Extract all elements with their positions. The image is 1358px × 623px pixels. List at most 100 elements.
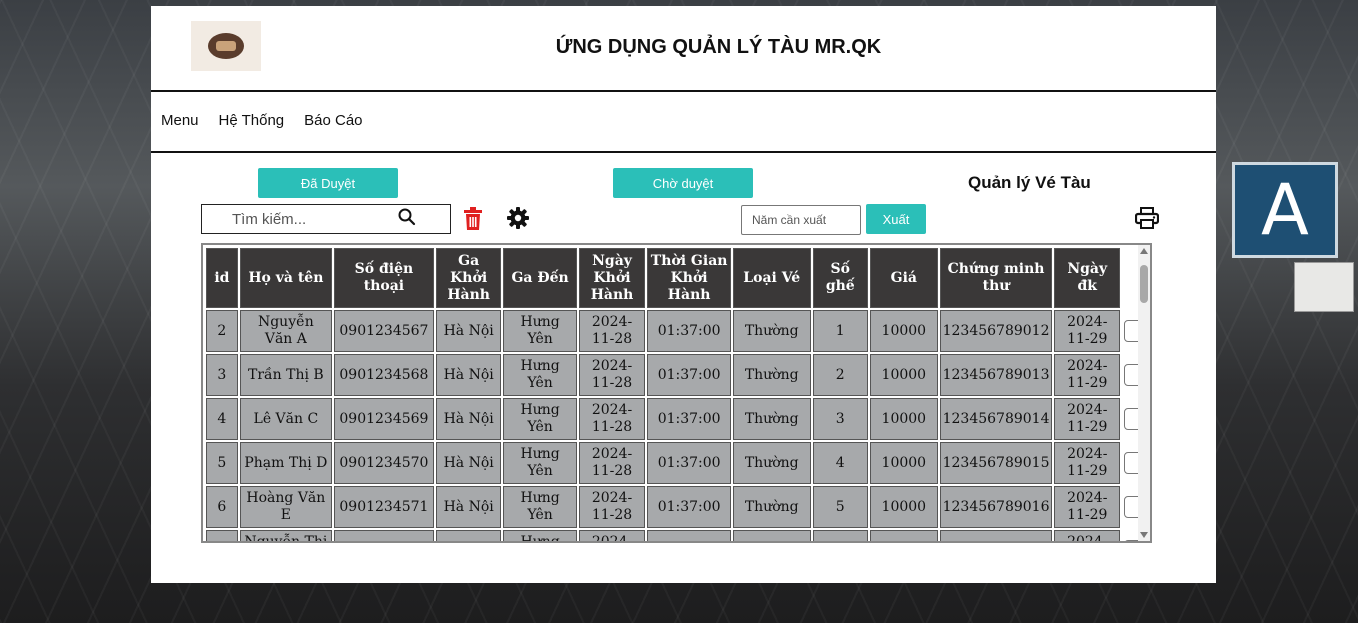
table-row[interactable]: 5 Phạm Thị D 0901234570 Hà Nội Hưng Yên 2024-… xyxy=(206,442,1148,484)
column-header-name[interactable]: Họ và tên xyxy=(239,248,332,308)
column-header-departure-time[interactable]: Thời Gian Khởi Hành xyxy=(647,248,731,308)
table-body: 2 Nguyễn Văn A 0901234567 Hà Nội Hưng Yên 202… xyxy=(206,310,1148,541)
cell-ticket-type: Thường xyxy=(732,310,811,352)
cell-id-card: 123456789016 xyxy=(939,486,1053,528)
table-row[interactable]: 4 Lê Văn C 0901234569 Hà Nội Hưng Yên 2024-11… xyxy=(206,398,1148,440)
cell-seat: 4 xyxy=(812,442,869,484)
cell-departure-time: 01:37:00 xyxy=(647,398,731,440)
cell-price: 10000 xyxy=(870,530,938,541)
background-sign xyxy=(1294,262,1354,312)
export-button[interactable]: Xuất xyxy=(866,204,926,234)
scroll-thumb[interactable] xyxy=(1140,265,1148,303)
cell-id: 4 xyxy=(206,398,238,440)
table-header-row: id Họ và tên Số điện thoại Ga Khởi Hành … xyxy=(206,248,1148,308)
cell-arrival-station: Hưng Yên xyxy=(503,442,577,484)
column-header-arrival-station[interactable]: Ga Đến xyxy=(503,248,577,308)
cell-departure-date: 2024-11-28 xyxy=(578,398,646,440)
table-scrollbar[interactable] xyxy=(1138,245,1150,541)
column-header-seat[interactable]: Số ghế xyxy=(812,248,869,308)
cell-ticket-type: Thường xyxy=(732,398,811,440)
scroll-up-arrow-icon[interactable] xyxy=(1140,248,1148,254)
cell-id-card: 123456789013 xyxy=(939,354,1053,396)
column-header-id-card[interactable]: Chứng minh thư xyxy=(939,248,1053,308)
cell-ticket-type: Thường xyxy=(732,530,811,541)
table-row[interactable]: 6 Hoàng Văn E 0901234571 Hà Nội Hưng Yên 2024… xyxy=(206,486,1148,528)
table-row[interactable]: 2 Nguyễn Văn A 0901234567 Hà Nội Hưng Yên 202… xyxy=(206,310,1148,352)
column-header-register-date[interactable]: Ngày đk xyxy=(1054,248,1121,308)
search-icon[interactable] xyxy=(398,208,416,230)
cell-phone: 0901234568 xyxy=(333,354,434,396)
cell-phone: 0901234567 xyxy=(333,310,434,352)
scroll-down-arrow-icon[interactable] xyxy=(1140,532,1148,538)
cell-arrival-station: Hưng Yên xyxy=(503,486,577,528)
cell-price: 10000 xyxy=(870,398,938,440)
cell-id-card: 123456789012 xyxy=(939,310,1053,352)
cell-price: 10000 xyxy=(870,310,938,352)
cell-departure-station: Hà Nội xyxy=(435,310,502,352)
nav-item-report[interactable]: Báo Cáo xyxy=(304,112,362,129)
cell-id: 3 xyxy=(206,354,238,396)
cell-id: 7 xyxy=(206,530,238,541)
cell-register-date: 2024-11-29 xyxy=(1054,486,1121,528)
cell-departure-time: 01:37:00 xyxy=(647,530,731,541)
cell-departure-date: 2024-11-28 xyxy=(578,530,646,541)
main-nav: Menu Hệ Thống Báo Cáo xyxy=(161,112,363,129)
app-header: ỨNG DỤNG QUẢN LÝ TÀU MR.QK xyxy=(151,6,1216,90)
cell-name: Nguyễn Thị F xyxy=(239,530,332,541)
cell-ticket-type: Thường xyxy=(732,354,811,396)
cell-departure-time: 01:37:00 xyxy=(647,442,731,484)
cell-departure-date: 2024-11-28 xyxy=(578,486,646,528)
search-box xyxy=(201,204,451,234)
cell-name: Lê Văn C xyxy=(239,398,332,440)
column-header-price[interactable]: Giá xyxy=(870,248,938,308)
cell-ticket-type: Thường xyxy=(732,486,811,528)
nav-item-system[interactable]: Hệ Thống xyxy=(219,112,285,129)
pending-tab-button[interactable]: Chờ duyệt xyxy=(613,168,753,198)
export-year-input[interactable] xyxy=(741,205,861,235)
column-header-id[interactable]: id xyxy=(206,248,238,308)
cell-register-date: 2024-11-29 xyxy=(1054,310,1121,352)
cell-arrival-station: Hưng Yên xyxy=(503,530,577,541)
cell-departure-date: 2024-11-28 xyxy=(578,442,646,484)
gear-icon[interactable] xyxy=(507,207,529,233)
cell-seat: 3 xyxy=(812,398,869,440)
main-panel: ỨNG DỤNG QUẢN LÝ TÀU MR.QK Menu Hệ Thống… xyxy=(151,6,1216,583)
cell-id: 2 xyxy=(206,310,238,352)
cell-price: 10000 xyxy=(870,442,938,484)
cell-departure-date: 2024-11-28 xyxy=(578,310,646,352)
column-header-departure-station[interactable]: Ga Khởi Hành xyxy=(435,248,502,308)
column-header-phone[interactable]: Số điện thoại xyxy=(333,248,434,308)
platform-sign: A xyxy=(1232,162,1338,258)
cell-departure-time: 01:37:00 xyxy=(647,310,731,352)
cell-departure-date: 2024-11-28 xyxy=(578,354,646,396)
cell-departure-station: Hà Nội xyxy=(435,486,502,528)
column-header-ticket-type[interactable]: Loại Vé xyxy=(732,248,811,308)
cell-phone: 0901234570 xyxy=(333,442,434,484)
cell-phone: 0901234571 xyxy=(333,486,434,528)
nav-divider xyxy=(151,151,1216,153)
cell-departure-station: Hà Nội xyxy=(435,530,502,541)
table-row[interactable]: 3 Trần Thị B 0901234568 Hà Nội Hưng Yên 2024-… xyxy=(206,354,1148,396)
printer-icon[interactable] xyxy=(1134,207,1160,233)
cell-departure-station: Hà Nội xyxy=(435,442,502,484)
table-row[interactable]: 7Nguyễn Thị F0901234572Hà NộiHưng Yên202… xyxy=(206,530,1148,541)
cell-id-card: 123456789015 xyxy=(939,442,1053,484)
cell-register-date: 2024-11-29 xyxy=(1054,354,1121,396)
approved-tab-button[interactable]: Đã Duyệt xyxy=(258,168,398,198)
cell-name: Nguyễn Văn A xyxy=(239,310,332,352)
cell-arrival-station: Hưng Yên xyxy=(503,354,577,396)
search-input[interactable] xyxy=(230,206,398,232)
cell-name: Hoàng Văn E xyxy=(239,486,332,528)
trash-icon[interactable] xyxy=(463,207,483,235)
column-header-departure-date[interactable]: Ngày Khởi Hành xyxy=(578,248,646,308)
cell-departure-time: 01:37:00 xyxy=(647,486,731,528)
cell-name: Trần Thị B xyxy=(239,354,332,396)
cell-ticket-type: Thường xyxy=(732,442,811,484)
nav-item-menu[interactable]: Menu xyxy=(161,112,199,129)
cell-phone: 0901234572 xyxy=(333,530,434,541)
tickets-table: id Họ và tên Số điện thoại Ga Khởi Hành … xyxy=(204,246,1150,541)
tickets-table-container: id Họ và tên Số điện thoại Ga Khởi Hành … xyxy=(201,243,1152,543)
cell-price: 10000 xyxy=(870,354,938,396)
cell-id-card: 123456789017 xyxy=(939,530,1053,541)
cell-departure-station: Hà Nội xyxy=(435,354,502,396)
